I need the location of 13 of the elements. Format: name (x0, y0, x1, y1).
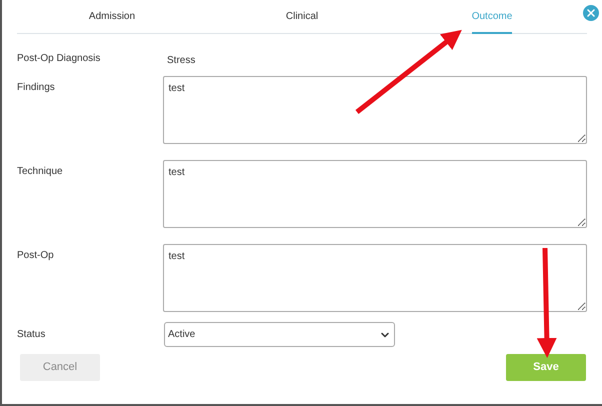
field-value: Stress (166, 54, 196, 68)
text-area[interactable]: test (163, 244, 587, 312)
field-label: Status (17, 328, 46, 342)
close-icon[interactable] (583, 5, 599, 21)
text-area[interactable]: test (163, 160, 587, 228)
text-area[interactable]: test (163, 76, 587, 144)
field-label: Post-Op (17, 249, 55, 263)
field-label: Post-Op Diagnosis (17, 52, 102, 66)
field-label: Findings (17, 81, 56, 95)
tab[interactable]: Clinical (286, 0, 318, 34)
tab[interactable]: Admission (88, 0, 136, 34)
status-select[interactable]: Active (164, 322, 395, 347)
field-label: Technique (17, 165, 64, 179)
